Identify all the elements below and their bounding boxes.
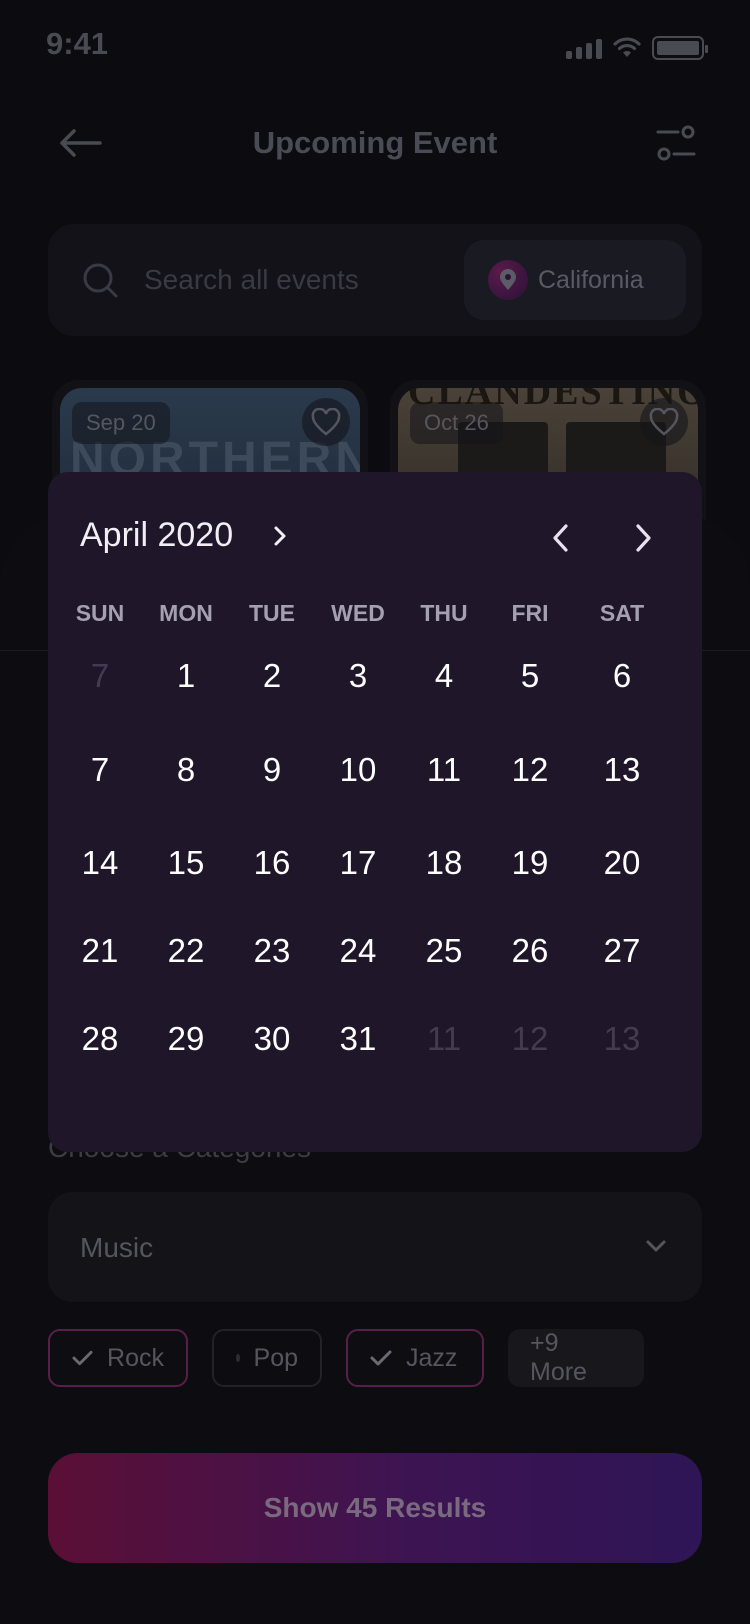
calendar-day-outside: 12 <box>511 1020 549 1057</box>
location-pin-icon <box>488 260 528 300</box>
check-icon <box>370 1350 392 1366</box>
weekday-label: MON <box>159 600 213 626</box>
event-date-badge: Oct 26 <box>410 402 503 444</box>
show-results-button[interactable]: Show 45 Results <box>48 1453 702 1563</box>
calendar-day-outside: 13 <box>603 1020 641 1057</box>
calendar-day-outside: 11 <box>426 1020 462 1057</box>
calendar-day[interactable]: 2 <box>263 657 281 695</box>
location-label: California <box>538 265 644 294</box>
heart-icon <box>311 408 341 436</box>
category-chip-pop[interactable]: Pop <box>212 1329 322 1387</box>
signal-icon <box>566 37 602 59</box>
calendar-day[interactable]: 16 <box>254 844 291 882</box>
location-chip[interactable]: California <box>464 240 686 320</box>
chevron-right-icon[interactable] <box>268 522 292 550</box>
screen: 9:41 Upcoming Event Search all events Ca… <box>0 0 750 1624</box>
status-icons <box>566 36 708 60</box>
calendar-day[interactable]: 11 <box>427 751 461 789</box>
category-select[interactable]: Music <box>48 1192 702 1302</box>
calendar-day[interactable]: 25 <box>426 932 463 970</box>
status-time: 9:41 <box>46 26 109 61</box>
page-title: Upcoming Event <box>252 125 498 160</box>
previous-month-icon[interactable] <box>546 520 576 556</box>
calendar-day[interactable]: 1 <box>177 657 195 695</box>
favorite-button[interactable] <box>640 398 688 446</box>
calendar-day[interactable]: 13 <box>604 751 641 789</box>
weekday-label: TUE <box>249 600 295 626</box>
chip-label: Pop <box>253 1343 298 1372</box>
calendar-day[interactable]: 19 <box>512 844 549 882</box>
battery-icon <box>652 36 708 60</box>
calendar-day[interactable]: 22 <box>168 932 205 970</box>
heart-icon <box>649 408 679 436</box>
calendar-day[interactable]: 15 <box>168 844 205 882</box>
calendar-day[interactable]: 17 <box>340 844 377 882</box>
calendar-day[interactable]: 5 <box>521 657 539 695</box>
category-chip-jazz[interactable]: Jazz <box>346 1329 484 1387</box>
chevron-down-icon <box>646 1240 666 1252</box>
dot-icon <box>236 1354 240 1362</box>
calendar-day[interactable]: 10 <box>340 751 377 789</box>
calendar-day[interactable]: 21 <box>82 932 119 970</box>
chip-label: Jazz <box>406 1343 458 1372</box>
weekday-label: SAT <box>599 600 645 626</box>
calendar-month-label[interactable]: April 2020 <box>80 516 233 555</box>
calendar-day[interactable]: 27 <box>604 932 641 970</box>
weekday-label: WED <box>331 600 385 626</box>
calendar-day[interactable]: 12 <box>512 751 549 789</box>
check-icon <box>72 1350 93 1366</box>
calendar-day[interactable]: 29 <box>168 1020 205 1058</box>
calendar-day[interactable]: 4 <box>435 657 453 695</box>
calendar-day[interactable]: 26 <box>512 932 549 970</box>
calendar-day[interactable]: 6 <box>613 657 631 695</box>
category-chip-rock[interactable]: Rock <box>48 1329 188 1387</box>
search-bar[interactable]: Search all events California <box>48 224 702 336</box>
calendar-day[interactable]: 31 <box>340 1020 377 1058</box>
wifi-icon <box>613 37 641 57</box>
calendar-popup: April 2020 SUN MON TUE WED THU FRI SAT 7 1 2 3 4 5 6 7… <box>48 472 702 1152</box>
calendar-day[interactable]: 18 <box>426 844 463 882</box>
chip-label: Rock <box>107 1343 164 1372</box>
calendar-day[interactable]: 8 <box>177 751 195 789</box>
calendar-day[interactable]: 30 <box>254 1020 291 1058</box>
event-date-badge: Sep 20 <box>72 402 170 444</box>
calendar-day[interactable]: 9 <box>263 751 281 789</box>
chip-label: +9 More <box>530 1329 587 1386</box>
weekday-label: SUN <box>75 600 125 626</box>
search-input[interactable]: Search all events <box>144 264 359 296</box>
next-month-icon[interactable] <box>628 520 658 556</box>
calendar-day[interactable]: 23 <box>254 932 291 970</box>
calendar-day[interactable]: 24 <box>340 932 377 970</box>
calendar-day[interactable]: 20 <box>604 844 641 882</box>
sliders-icon[interactable] <box>656 124 696 164</box>
calendar-day[interactable]: 7 <box>91 751 109 789</box>
calendar-day[interactable]: 3 <box>349 657 367 695</box>
category-value: Music <box>80 1232 154 1263</box>
calendar-day-outside: 7 <box>90 657 110 694</box>
favorite-button[interactable] <box>302 398 350 446</box>
weekday-label: THU <box>420 600 468 626</box>
category-chip-more[interactable]: +9 More <box>508 1329 644 1387</box>
calendar-day[interactable]: 14 <box>82 844 119 882</box>
weekday-label: FRI <box>511 600 549 626</box>
search-icon <box>83 263 118 298</box>
calendar-day[interactable]: 28 <box>82 1020 119 1058</box>
